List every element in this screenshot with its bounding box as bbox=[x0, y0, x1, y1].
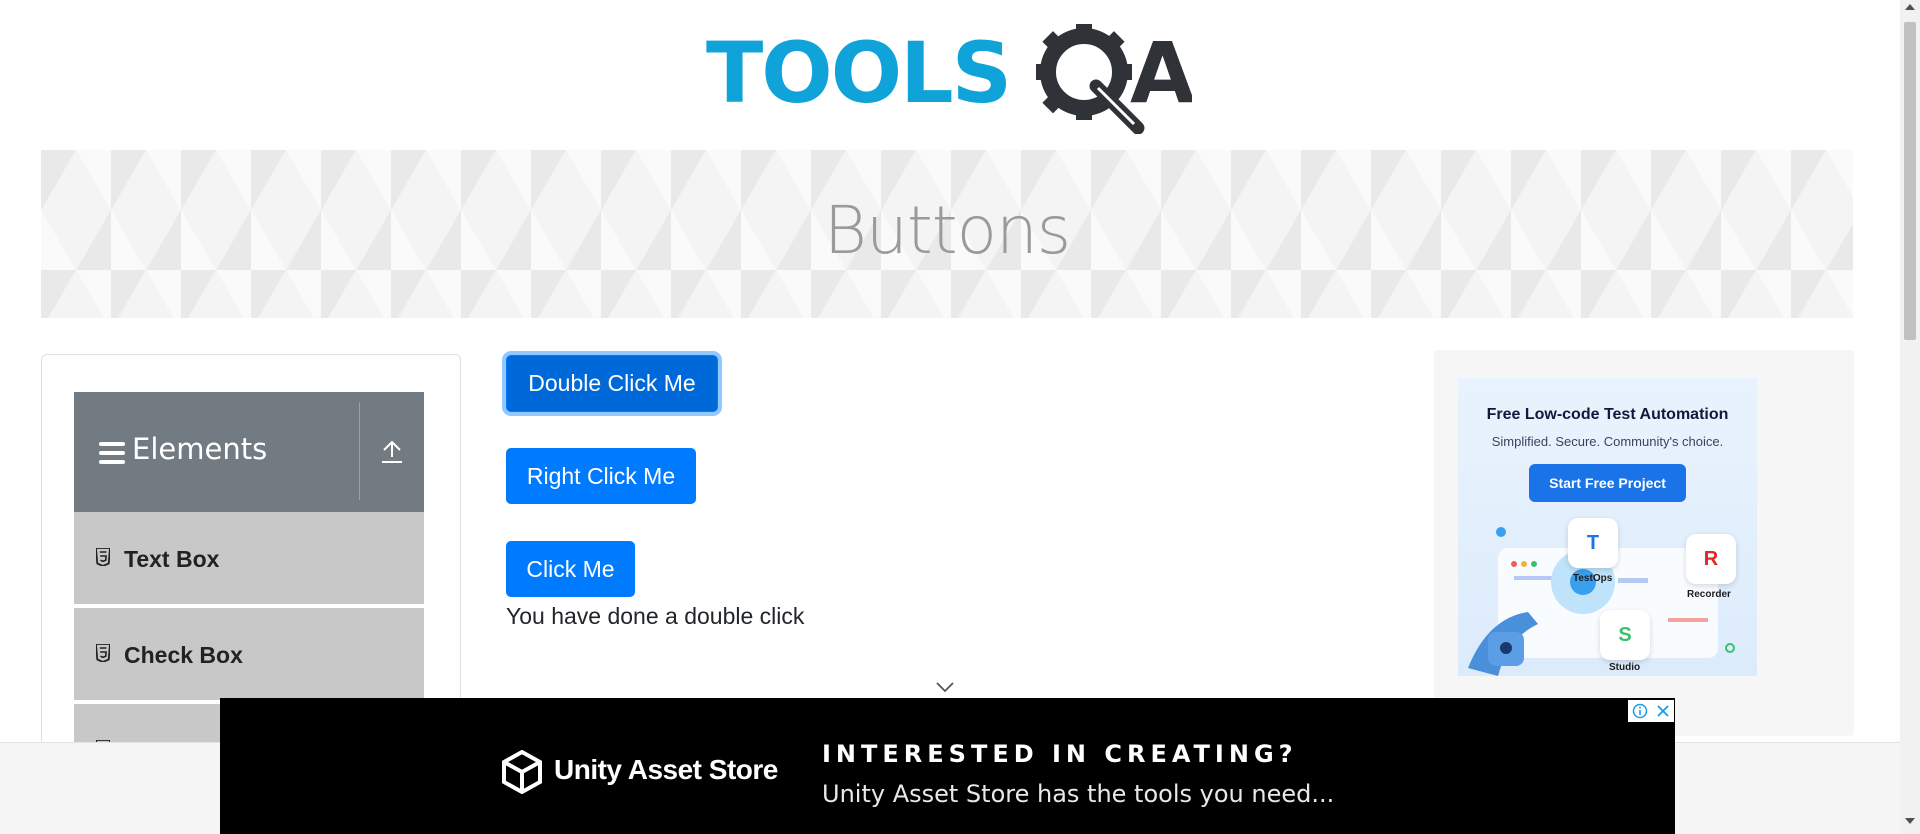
scrollbar-thumb[interactable] bbox=[1904, 22, 1916, 340]
click-me-button[interactable]: Click Me bbox=[506, 541, 635, 597]
recorder-label: Recorder bbox=[1687, 589, 1731, 600]
page-banner: Buttons bbox=[41, 150, 1853, 318]
recorder-tile-icon: R bbox=[1686, 534, 1736, 584]
elements-group-header[interactable]: Elements bbox=[74, 392, 424, 512]
ad-subtitle: Simplified. Secure. Community's choice. bbox=[1491, 434, 1724, 449]
page-title: Buttons bbox=[823, 192, 1071, 269]
double-click-button[interactable]: Double Click Me bbox=[506, 355, 718, 412]
double-click-message: You have done a double click bbox=[506, 603, 805, 629]
group-title: Elements bbox=[132, 432, 268, 466]
unity-logo-icon bbox=[502, 750, 542, 794]
logo-text-tools: TOOLS bbox=[706, 24, 1010, 122]
ad-headline: INTERESTED IN CREATING? bbox=[822, 740, 1298, 768]
testops-tile-icon: T bbox=[1568, 518, 1618, 568]
scroll-up-icon[interactable] bbox=[1905, 4, 1915, 10]
html5-icon bbox=[96, 548, 110, 566]
collapse-group-button[interactable] bbox=[360, 392, 424, 512]
toolsqa-logo[interactable]: TOOLS A bbox=[706, 22, 1195, 135]
ad-tagline: Unity Asset Store has the tools you need… bbox=[822, 780, 1335, 808]
right-click-button[interactable]: Right Click Me bbox=[506, 448, 696, 504]
sidebar-item-label: Check Box bbox=[124, 642, 243, 668]
upload-arrow-icon bbox=[382, 440, 402, 463]
logo-text-a: A bbox=[1130, 24, 1192, 122]
close-icon[interactable] bbox=[1651, 700, 1674, 722]
unity-brand-name: Unity Asset Store bbox=[554, 754, 778, 785]
page: TOOLS A Buttons Elements Text Box Check … bbox=[0, 0, 1920, 834]
chevron-down-icon[interactable] bbox=[935, 680, 955, 694]
katalon-ad-card[interactable]: Free Low-code Test Automation Simplified… bbox=[1458, 378, 1757, 676]
sidebar-item-text-box[interactable]: Text Box bbox=[74, 512, 424, 606]
scroll-down-icon[interactable] bbox=[1905, 818, 1915, 824]
sidebar-item-check-box[interactable]: Check Box bbox=[74, 608, 424, 702]
testops-label: TestOps bbox=[1573, 573, 1613, 584]
hamburger-icon bbox=[99, 442, 125, 464]
sidebar-item-label: Text Box bbox=[124, 546, 220, 572]
studio-label: Studio bbox=[1609, 662, 1641, 673]
start-free-project-button[interactable]: Start Free Project bbox=[1529, 464, 1686, 502]
gear-magnifier-icon bbox=[1036, 24, 1145, 135]
html5-icon bbox=[96, 644, 110, 662]
bottom-advertisement[interactable]: Unity Asset Store INTERESTED IN CREATING… bbox=[220, 698, 1675, 834]
info-icon[interactable] bbox=[1628, 700, 1651, 722]
ad-choice-controls bbox=[1628, 700, 1674, 722]
ad-title: Free Low-code Test Automation bbox=[1486, 406, 1729, 423]
vertical-scrollbar[interactable] bbox=[1900, 0, 1920, 834]
studio-tile-icon: S bbox=[1600, 610, 1650, 660]
side-advertisement: Free Low-code Test Automation Simplified… bbox=[1434, 350, 1854, 736]
